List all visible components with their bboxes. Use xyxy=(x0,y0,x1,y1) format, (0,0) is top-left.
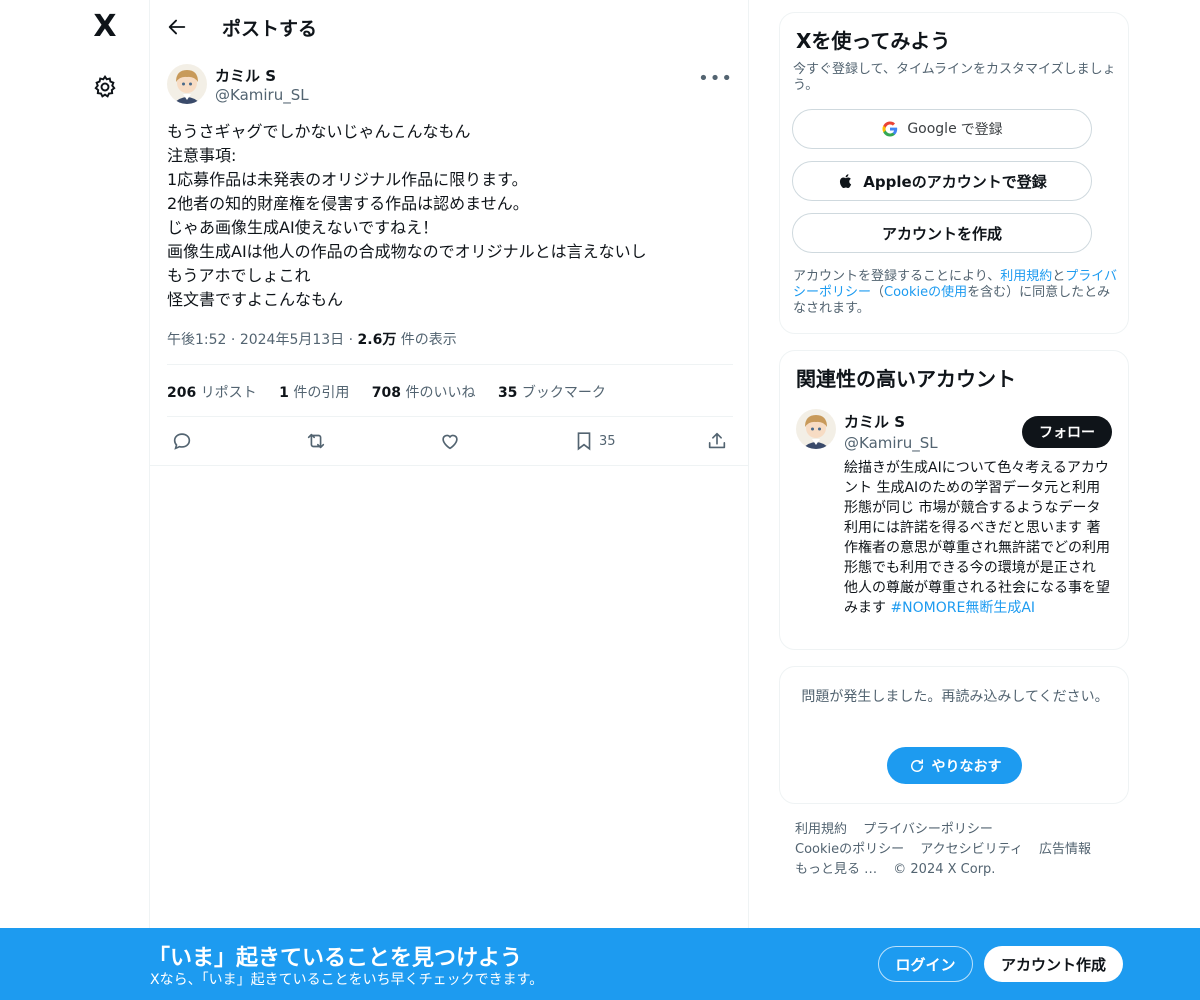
bookmark-action[interactable]: 35 xyxy=(573,428,616,454)
reply-icon[interactable] xyxy=(171,428,193,454)
likes-stat[interactable]: 708 件のいいね xyxy=(372,385,476,401)
x-logo-icon[interactable]: X xyxy=(90,12,120,42)
banner-title: 「いま」起きていることを見つけよう xyxy=(148,946,523,971)
main-column: ポストする カミル S @Kamiru_SL ••• もうさギャグでしかないじゃ… xyxy=(149,0,749,1000)
post-line: 2他者の知的財産権を侵害する作品は認めません。 xyxy=(167,194,529,213)
apple-logo-icon xyxy=(837,172,855,190)
footer-terms-link[interactable]: 利用規約 xyxy=(795,822,847,837)
terms-link[interactable]: 利用規約 xyxy=(1000,269,1052,284)
post-line: 画像生成AIは他人の作品の合成物なのでオリジナルとは言えないし xyxy=(167,242,647,261)
signup-card-title: Xを使ってみよう xyxy=(796,29,951,53)
author-avatar[interactable] xyxy=(167,64,207,104)
signup-button[interactable]: アカウント作成 xyxy=(984,946,1123,982)
likes-count: 708 xyxy=(371,385,402,401)
post-text: もうさギャグでしかないじゃんこんなもん 注意事項: 1応募作品は未発表のオリジナ… xyxy=(167,120,737,312)
legal-paren: （ xyxy=(871,285,885,300)
post-line: 怪文書ですよこんなもん xyxy=(167,290,344,309)
footer-links: 利用規約 プライバシーポリシー Cookieのポリシー アクセシビリティ 広告情… xyxy=(795,820,1125,880)
post-line: もうアホでしょこれ xyxy=(167,266,311,285)
views-label: 件の表示 xyxy=(400,332,457,348)
bookmark-icon xyxy=(577,432,591,451)
likes-label: 件のいいね xyxy=(405,385,476,401)
post-line: もうさギャグでしかないじゃんこんなもん xyxy=(167,122,471,141)
suggested-handle[interactable]: @Kamiru_SL xyxy=(844,434,938,452)
signup-card-subtitle: 今すぐ登録して、タイムラインをカスタマイズしましょう。 xyxy=(793,62,1116,93)
page-title: ポストする xyxy=(222,18,318,40)
bottom-signup-banner: 「いま」起きていることを見つけよう Xなら、「いま」起きていることをいち早くチェ… xyxy=(0,928,1200,1000)
post-author: カミル S @Kamiru_SL ••• xyxy=(167,64,733,108)
footer-privacy-link[interactable]: プライバシーポリシー xyxy=(863,822,993,837)
hashtag-link[interactable]: #NOMORE無断生成AI xyxy=(890,600,1035,616)
suggested-name[interactable]: カミル S xyxy=(844,411,905,432)
refresh-icon xyxy=(910,758,923,772)
back-arrow-icon[interactable] xyxy=(166,16,188,38)
google-signup-button[interactable]: Google で登録 xyxy=(792,109,1092,149)
bio-text: 絵描きが生成AIについて色々考えるアカウント 生成AIのための学習データ元と利用… xyxy=(844,460,1110,616)
google-g-icon xyxy=(881,120,899,138)
related-accounts-card: 関連性の高いアカウント カミル S @Kamiru_SL フォロー 絵描きが生成… xyxy=(779,350,1129,650)
footer-ads-link[interactable]: 広告情報 xyxy=(1039,842,1091,857)
retry-button[interactable]: やりなおす xyxy=(887,747,1022,784)
post-stats: 206 リポスト 1 件の引用 708 件のいいね 35 ブックマーク xyxy=(167,382,624,402)
settings-gear-icon[interactable] xyxy=(92,74,118,100)
author-name[interactable]: カミル S xyxy=(215,65,276,86)
views-count: 2.6万 xyxy=(357,332,397,348)
google-brand: Google xyxy=(907,121,957,137)
footer-accessibility-link[interactable]: アクセシビリティ xyxy=(920,842,1023,857)
meta-separator: · xyxy=(348,332,354,348)
author-handle[interactable]: @Kamiru_SL xyxy=(215,86,309,104)
banner-subtitle: Xなら、「いま」起きていることをいち早くチェックできます。 xyxy=(150,972,544,988)
footer-more-link[interactable]: もっと見る … xyxy=(795,862,877,877)
post-date[interactable]: 2024年5月13日 xyxy=(240,332,344,348)
post-meta: 午後1:52 · 2024年5月13日 · 2.6万 件の表示 xyxy=(167,329,457,349)
post-line: 1応募作品は未発表のオリジナル作品に限ります。 xyxy=(167,170,528,189)
signup-card: Xを使ってみよう 今すぐ登録して、タイムラインをカスタマイズしましょう。 Goo… xyxy=(779,12,1129,334)
page-header: ポストする xyxy=(150,0,748,53)
create-account-label: アカウントを作成 xyxy=(881,224,1002,243)
bookmarks-count: 35 xyxy=(497,385,518,401)
apple-signup-label: Appleのアカウントで登録 xyxy=(863,172,1047,191)
error-card: 問題が発生しました。再読み込みしてください。 やりなおす xyxy=(779,666,1129,804)
reposts-label: リポスト xyxy=(200,385,257,401)
divider xyxy=(167,364,733,365)
share-icon[interactable] xyxy=(706,428,728,454)
post-actions: 35 xyxy=(167,428,733,454)
legal-notice: アカウントを登録することにより、利用規約とプライバシーポリシー（Cookieの使… xyxy=(793,269,1118,317)
meta-separator: · xyxy=(230,332,236,348)
footer-copyright: © 2024 X Corp. xyxy=(893,862,996,877)
more-options-icon[interactable]: ••• xyxy=(698,68,733,89)
footer-cookie-link[interactable]: Cookieのポリシー xyxy=(795,842,904,857)
suggested-bio: 絵描きが生成AIについて色々考えるアカウント 生成AIのための学習データ元と利用… xyxy=(844,458,1114,618)
bookmarks-label: ブックマーク xyxy=(521,385,606,401)
follow-button[interactable]: フォロー xyxy=(1022,416,1112,448)
suggested-avatar[interactable] xyxy=(796,409,836,449)
quotes-label: 件の引用 xyxy=(293,385,350,401)
divider xyxy=(167,416,733,417)
post-line: 注意事項: xyxy=(167,146,237,165)
reposts-stat[interactable]: 206 リポスト xyxy=(167,385,257,401)
post-line: じゃあ画像生成AI使えないですねえ！ xyxy=(167,218,439,237)
bookmarks-stat[interactable]: 35 ブックマーク xyxy=(498,385,606,401)
post-time[interactable]: 午後1:52 xyxy=(167,332,226,348)
retry-label: やりなおす xyxy=(931,758,1002,775)
apple-signup-button[interactable]: Appleのアカウントで登録 xyxy=(792,161,1092,201)
create-account-button[interactable]: アカウントを作成 xyxy=(792,213,1092,253)
quotes-stat[interactable]: 1 件の引用 xyxy=(279,385,349,401)
legal-prefix: アカウントを登録することにより、 xyxy=(793,269,1001,284)
left-nav: X xyxy=(0,0,150,1000)
related-card-title: 関連性の高いアカウント xyxy=(796,367,1016,391)
like-heart-icon[interactable] xyxy=(439,428,461,454)
google-signup-label: で登録 xyxy=(960,122,1003,138)
reposts-count: 206 xyxy=(167,385,197,401)
error-message: 問題が発生しました。再読み込みしてください。 xyxy=(801,689,1109,705)
bookmark-action-count: 35 xyxy=(599,433,616,449)
cookie-link[interactable]: Cookieの使用 xyxy=(884,285,967,300)
login-button[interactable]: ログイン xyxy=(878,946,973,982)
divider xyxy=(150,465,748,466)
repost-icon[interactable] xyxy=(305,428,327,454)
quotes-count: 1 xyxy=(279,385,289,401)
legal-and: と xyxy=(1052,269,1066,284)
